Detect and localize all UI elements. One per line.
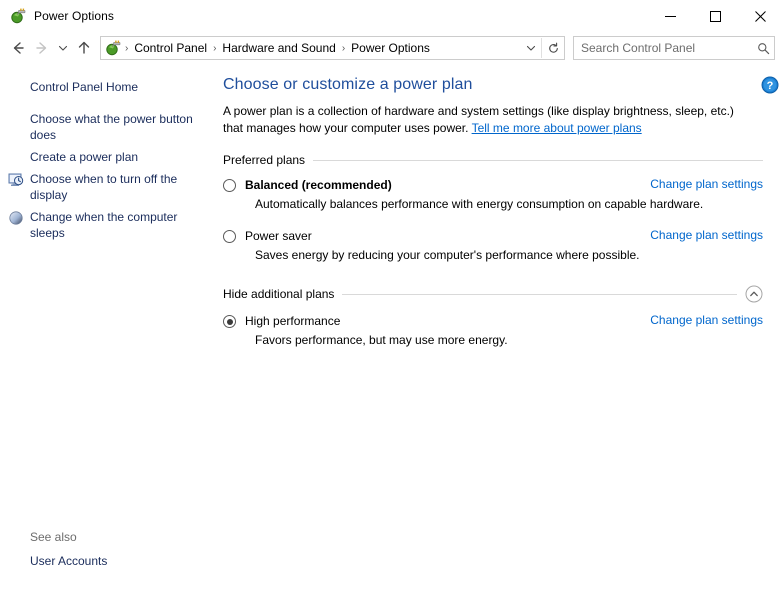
minimize-icon: [665, 15, 676, 17]
navigation-bar: › Control Panel › Hardware and Sound › P…: [0, 32, 783, 64]
sleep-moon-icon: [8, 210, 24, 226]
sidebar-item-create-power-plan[interactable]: Create a power plan: [0, 146, 215, 168]
page-description: A power plan is a collection of hardware…: [223, 103, 751, 137]
sidebar-item-power-button-does[interactable]: Choose what the power button does: [0, 108, 215, 146]
sidebar-item-label: Choose what the power button does: [30, 112, 193, 142]
close-button[interactable]: [738, 0, 783, 32]
plan-description: Favors performance, but may use more ene…: [255, 333, 508, 347]
sidebar-item-label: Create a power plan: [30, 150, 139, 164]
power-plug-icon: [10, 8, 26, 24]
plan-name[interactable]: Balanced (recommended): [245, 177, 392, 193]
address-dropdown-button[interactable]: [521, 38, 541, 58]
sidebar-item-control-panel-home[interactable]: Control Panel Home: [0, 76, 215, 98]
plan-row: High performance Change plan settings: [245, 313, 763, 329]
plan-name[interactable]: Power saver: [245, 228, 312, 244]
close-icon: [755, 10, 766, 22]
window-controls: [648, 0, 783, 32]
section-header: Preferred plans: [223, 153, 763, 167]
svg-text:?: ?: [767, 80, 774, 92]
sidebar-item-label: Change when the computer sleeps: [30, 210, 178, 240]
plan-row: Balanced (recommended) Change plan setti…: [245, 177, 763, 193]
power-plug-icon: [105, 40, 121, 56]
change-plan-settings-link[interactable]: Change plan settings: [650, 313, 763, 327]
content-area: Control Panel Home Choose what the power…: [0, 64, 783, 590]
chevron-down-icon: [58, 45, 68, 51]
plan-description: Saves energy by reducing your computer's…: [255, 248, 640, 262]
plan-item-balanced: Balanced (recommended) Change plan setti…: [223, 177, 763, 212]
section-title: Hide additional plans: [223, 287, 335, 301]
breadcrumb-item-hardware-and-sound[interactable]: Hardware and Sound: [218, 39, 339, 57]
search-input[interactable]: [574, 41, 752, 55]
forward-arrow-icon: [36, 42, 47, 54]
section-divider: [313, 159, 763, 161]
chevron-up-circle-icon: [745, 285, 763, 303]
section-divider: [342, 293, 737, 295]
search-box[interactable]: [573, 36, 775, 60]
chevron-down-icon: [526, 45, 536, 51]
recent-locations-button[interactable]: [54, 36, 72, 60]
back-button[interactable]: [6, 36, 30, 60]
breadcrumb-item-control-panel[interactable]: Control Panel: [130, 39, 211, 57]
breadcrumb-item-power-options[interactable]: Power Options: [347, 39, 434, 57]
help-button[interactable]: ?: [761, 76, 779, 94]
section-title: Preferred plans: [223, 153, 306, 167]
refresh-icon: [548, 42, 558, 53]
tell-me-more-link[interactable]: Tell me more about power plans: [472, 121, 642, 135]
see-also-label: See also: [30, 530, 77, 544]
plan-description: Automatically balances performance with …: [255, 197, 704, 211]
sidebar: Control Panel Home Choose what the power…: [0, 64, 215, 590]
sidebar-item-turn-off-display[interactable]: Choose when to turn off the display: [0, 168, 215, 206]
plan-item-high-performance: High performance Change plan settings Fa…: [223, 313, 763, 348]
forward-button[interactable]: [30, 36, 54, 60]
breadcrumb: › Control Panel › Hardware and Sound › P…: [123, 39, 521, 57]
sidebar-item-label: User Accounts: [30, 554, 108, 568]
sidebar-item-computer-sleeps[interactable]: Change when the computer sleeps: [0, 206, 215, 244]
breadcrumb-separator: ›: [341, 42, 346, 54]
see-also-section: See also User Accounts: [0, 530, 215, 572]
plan-radio-balanced[interactable]: [223, 179, 236, 192]
breadcrumb-separator: ›: [213, 42, 217, 54]
plan-item-power-saver: Power saver Change plan settings Saves e…: [223, 228, 763, 263]
breadcrumb-separator: ›: [125, 42, 129, 54]
section-header: Hide additional plans: [223, 285, 763, 303]
change-plan-settings-link[interactable]: Change plan settings: [650, 228, 763, 242]
change-plan-settings-link[interactable]: Change plan settings: [650, 177, 763, 191]
section-additional-plans: Hide additional plans High performance C…: [223, 285, 763, 348]
minimize-button[interactable]: [648, 0, 693, 32]
main-content: ? Choose or customize a power plan A pow…: [215, 64, 783, 590]
plan-row: Power saver Change plan settings: [245, 228, 763, 244]
sidebar-item-user-accounts[interactable]: User Accounts: [0, 550, 215, 572]
up-button[interactable]: [72, 36, 96, 60]
sidebar-item-label: Control Panel Home: [30, 80, 139, 94]
search-icon[interactable]: [752, 38, 774, 58]
back-arrow-icon: [13, 42, 24, 54]
plan-radio-high-performance[interactable]: [223, 315, 236, 328]
display-clock-icon: [8, 172, 24, 188]
address-bar-actions: [521, 37, 564, 59]
title-bar: Power Options: [0, 0, 783, 32]
maximize-button[interactable]: [693, 0, 738, 32]
address-bar[interactable]: › Control Panel › Hardware and Sound › P…: [100, 36, 565, 60]
page-title: Choose or customize a power plan: [223, 76, 473, 93]
section-preferred-plans: Preferred plans Balanced (recommended) C…: [223, 153, 763, 263]
refresh-button[interactable]: [541, 38, 564, 58]
plan-name[interactable]: High performance: [245, 313, 340, 329]
collapse-additional-plans-button[interactable]: [745, 285, 763, 303]
sidebar-item-label: Choose when to turn off the display: [30, 172, 178, 202]
window-title: Power Options: [34, 9, 115, 23]
plan-radio-power-saver[interactable]: [223, 230, 236, 243]
maximize-icon: [710, 10, 721, 22]
help-question-icon: ?: [761, 76, 779, 94]
up-arrow-icon: [78, 41, 90, 54]
